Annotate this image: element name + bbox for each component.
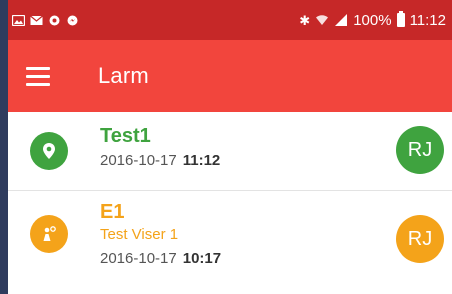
- page-title: Larm: [98, 63, 149, 88]
- battery-icon: [396, 11, 405, 27]
- list-item[interactable]: Test1 2016-10-17 11:12 RJ: [8, 112, 452, 191]
- alarm-date: 2016-10-17: [100, 250, 177, 267]
- wifi-icon: [316, 15, 329, 25]
- battery-percent: 100%: [353, 11, 392, 29]
- avatar[interactable]: RJ: [396, 215, 444, 263]
- alarm-date: 2016-10-17: [100, 152, 177, 169]
- email-icon: [30, 15, 43, 25]
- alarm-list: Test1 2016-10-17 11:12 RJ E1 Test Viser 1: [8, 112, 452, 291]
- signal-icon: [335, 14, 348, 26]
- alarm-timestamp: 2016-10-17 11:12: [100, 150, 220, 172]
- alarm-title: Test1: [100, 125, 151, 147]
- location-pin-icon: [30, 132, 68, 170]
- app-bar: Larm: [8, 40, 452, 112]
- alarm-time: 11:12: [182, 152, 221, 169]
- avatar[interactable]: RJ: [396, 126, 444, 174]
- messenger-icon: [67, 15, 78, 25]
- alarm-timestamp: 2016-10-17 10:17: [100, 248, 221, 270]
- hamburger-menu-icon[interactable]: [26, 66, 50, 86]
- status-bar: ✱ 100% 11:12: [8, 0, 452, 40]
- alarm-subtitle: Test Viser 1: [100, 226, 179, 243]
- record-icon: [49, 15, 60, 25]
- list-item[interactable]: E1 Test Viser 1 2016-10-17 10:17 RJ: [8, 191, 452, 291]
- alarm-time: 10:17: [182, 250, 222, 267]
- alarm-text: E1 Test Viser 1 2016-10-17 10:17: [100, 200, 221, 270]
- gallery-icon: [12, 14, 25, 26]
- phone-screen: ✱ 100% 11:12 Larm Test1 2016-10-17 11:12…: [8, 0, 452, 294]
- bluetooth-icon: ✱: [299, 12, 311, 28]
- alarm-text: Test1 2016-10-17 11:12: [100, 124, 220, 172]
- status-time: 11:12: [409, 11, 446, 29]
- notification-icons: [12, 14, 79, 26]
- person-alert-icon: [30, 215, 68, 253]
- alarm-title: E1: [100, 201, 125, 223]
- system-status: ✱ 100% 11:12: [299, 11, 446, 29]
